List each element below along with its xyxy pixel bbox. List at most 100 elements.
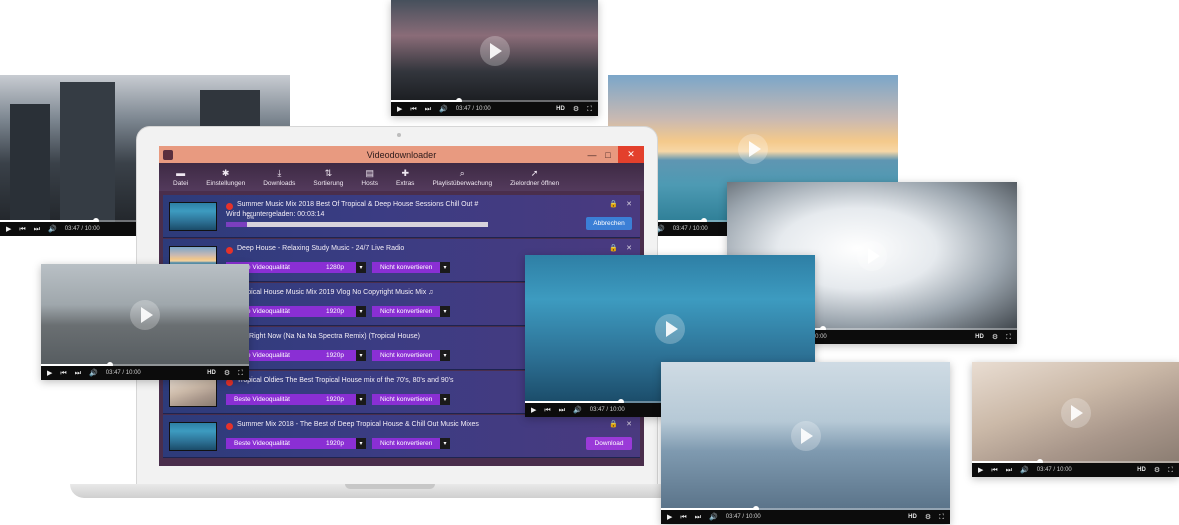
volume-icon[interactable]: 🔊	[573, 407, 582, 414]
toolbar-einstellungen[interactable]: ✱ Einstellungen	[198, 163, 253, 191]
next-icon[interactable]: ⏭	[75, 370, 81, 377]
fullscreen-icon[interactable]: ⛶	[1168, 467, 1173, 474]
previous-icon[interactable]: ⏮	[680, 514, 686, 521]
quality-select[interactable]: Beste Videoqualität	[226, 438, 314, 449]
download-row[interactable]: Summer Mix 2018 - The Best of Deep Tropi…	[163, 415, 640, 458]
chevron-down-icon[interactable]: ▾	[356, 394, 366, 405]
volume-icon[interactable]: 🔊	[439, 106, 448, 113]
hd-badge[interactable]: HD	[556, 106, 565, 112]
quality-select[interactable]: Beste Videoqualität	[226, 394, 314, 405]
play-overlay-icon[interactable]	[790, 421, 821, 451]
download-row[interactable]: Summer Music Mix 2018 Best Of Tropical &…	[163, 195, 640, 238]
chevron-down-icon[interactable]: ▾	[356, 438, 366, 449]
chevron-down-icon[interactable]: ▾	[356, 350, 366, 361]
play-icon[interactable]: ▶	[6, 226, 11, 233]
next-icon[interactable]: ⏭	[1006, 467, 1012, 474]
play-overlay-icon[interactable]	[130, 300, 160, 330]
resolution-select[interactable]: 1920p ▾	[314, 306, 366, 317]
video-title: Summer Music Mix 2018 Best Of Tropical &…	[237, 201, 479, 208]
video-time: 03:47 / 10:00	[105, 370, 141, 376]
play-overlay-icon[interactable]	[738, 133, 768, 164]
remove-icon[interactable]: ✕	[626, 200, 632, 208]
hd-badge[interactable]: HD	[975, 334, 984, 340]
previous-icon[interactable]: ⏮	[19, 226, 25, 233]
convert-select[interactable]: Nicht konvertieren ▾	[372, 262, 450, 273]
volume-icon[interactable]: 🔊	[709, 514, 718, 521]
next-icon[interactable]: ⏭	[425, 106, 431, 113]
toolbar-hosts[interactable]: ▤ Hosts	[353, 163, 386, 191]
play-overlay-icon[interactable]	[479, 36, 510, 66]
volume-icon[interactable]: 🔊	[48, 226, 57, 233]
play-overlay-icon[interactable]	[857, 241, 887, 271]
chevron-down-icon[interactable]: ▾	[440, 394, 450, 405]
lock-icon[interactable]: 🔒	[609, 244, 618, 252]
next-icon[interactable]: ⏭	[695, 514, 701, 521]
previous-icon[interactable]: ⏮	[60, 370, 66, 377]
extras-icon: ✚	[401, 167, 409, 178]
remove-icon[interactable]: ✕	[626, 244, 632, 252]
chevron-down-icon[interactable]: ▾	[440, 350, 450, 361]
convert-select[interactable]: Nicht konvertieren ▾	[372, 306, 450, 317]
convert-select[interactable]: Nicht konvertieren ▾	[372, 438, 450, 449]
resolution-select[interactable]: 1280p ▾	[314, 262, 366, 273]
settings-icon[interactable]: ⚙	[573, 106, 579, 113]
hd-badge[interactable]: HD	[207, 370, 216, 376]
settings-icon[interactable]: ⚙	[992, 334, 998, 341]
convert-select[interactable]: Nicht konvertieren ▾	[372, 394, 450, 405]
toolbar-downloads[interactable]: ⤓ Downloads	[255, 163, 303, 191]
toolbar-extras[interactable]: ✚ Extras	[388, 163, 422, 191]
toolbar-playlistueberwachung[interactable]: ⌕ Playlistüberwachung	[424, 163, 500, 191]
chevron-down-icon[interactable]: ▾	[440, 306, 450, 317]
minimize-button[interactable]: —	[584, 146, 600, 163]
video-card-friends[interactable]: ▶ ⏮ ⏭ 🔊 03:47 / 10:00 HD ⚙ ⛶	[661, 362, 950, 524]
lock-icon[interactable]: 🔒	[609, 420, 618, 428]
video-controls: ▶ ⏮ ⏭ 🔊 03:47 / 10:00 HD ⚙ ⛶	[41, 366, 249, 380]
convert-select[interactable]: Nicht konvertieren ▾	[372, 350, 450, 361]
play-icon[interactable]: ▶	[978, 467, 983, 474]
settings-icon[interactable]: ⚙	[925, 514, 931, 521]
video-card-times-square[interactable]: ▶ ⏮ ⏭ 🔊 03:47 / 10:00 HD ⚙ ⛶	[391, 0, 598, 116]
resolution-select[interactable]: 1920p ▾	[314, 350, 366, 361]
chevron-down-icon[interactable]: ▾	[356, 262, 366, 273]
resolution-select[interactable]: 1920p ▾	[314, 394, 366, 405]
toolbar-datei[interactable]: ▬ Datei	[165, 163, 196, 191]
resolution-select[interactable]: 1920p ▾	[314, 438, 366, 449]
settings-icon[interactable]: ⚙	[224, 370, 230, 377]
play-icon[interactable]: ▶	[531, 407, 536, 414]
video-card-surfer[interactable]: ▶ ⏮ ⏭ 🔊 03:47 / 10:00 HD ⚙ ⛶	[41, 264, 249, 380]
volume-icon[interactable]: 🔊	[1020, 467, 1029, 474]
abort-button[interactable]: Abbrechen	[586, 217, 632, 230]
window-title: Videodownloader	[366, 149, 437, 160]
download-button[interactable]: Download	[586, 437, 632, 450]
hd-badge[interactable]: HD	[1137, 467, 1146, 473]
play-icon[interactable]: ▶	[667, 514, 672, 521]
fullscreen-icon[interactable]: ⛶	[238, 370, 243, 377]
toolbar-zielordner-oeffnen[interactable]: ➚ Zielordner öffnen	[502, 163, 567, 191]
play-icon[interactable]: ▶	[397, 106, 402, 113]
play-overlay-icon[interactable]	[655, 314, 685, 344]
toolbar-sortierung[interactable]: ⇅ Sortierung	[305, 163, 351, 191]
settings-icon[interactable]: ⚙	[1154, 467, 1160, 474]
video-time: 03:47 / 10:00	[64, 226, 100, 232]
previous-icon[interactable]: ⏮	[410, 106, 416, 113]
hd-badge[interactable]: HD	[908, 514, 917, 520]
video-time: 03:47 / 10:00	[672, 226, 708, 232]
chevron-down-icon[interactable]: ▾	[440, 262, 450, 273]
remove-icon[interactable]: ✕	[626, 420, 632, 428]
fullscreen-icon[interactable]: ⛶	[939, 514, 944, 521]
next-icon[interactable]: ⏭	[34, 226, 40, 233]
next-icon[interactable]: ⏭	[559, 407, 565, 414]
fullscreen-icon[interactable]: ⛶	[587, 106, 592, 113]
volume-icon[interactable]: 🔊	[89, 370, 98, 377]
play-icon[interactable]: ▶	[47, 370, 52, 377]
fullscreen-icon[interactable]: ⛶	[1006, 334, 1011, 341]
maximize-button[interactable]: □	[600, 146, 616, 163]
previous-icon[interactable]: ⏮	[544, 407, 550, 414]
chevron-down-icon[interactable]: ▾	[440, 438, 450, 449]
video-card-sand[interactable]: ▶ ⏮ ⏭ 🔊 03:47 / 10:00 HD ⚙ ⛶	[972, 362, 1179, 477]
close-button[interactable]: ✕	[618, 146, 644, 163]
play-overlay-icon[interactable]	[1060, 397, 1091, 428]
previous-icon[interactable]: ⏮	[991, 467, 997, 474]
chevron-down-icon[interactable]: ▾	[356, 306, 366, 317]
lock-icon[interactable]: 🔒	[609, 200, 618, 208]
